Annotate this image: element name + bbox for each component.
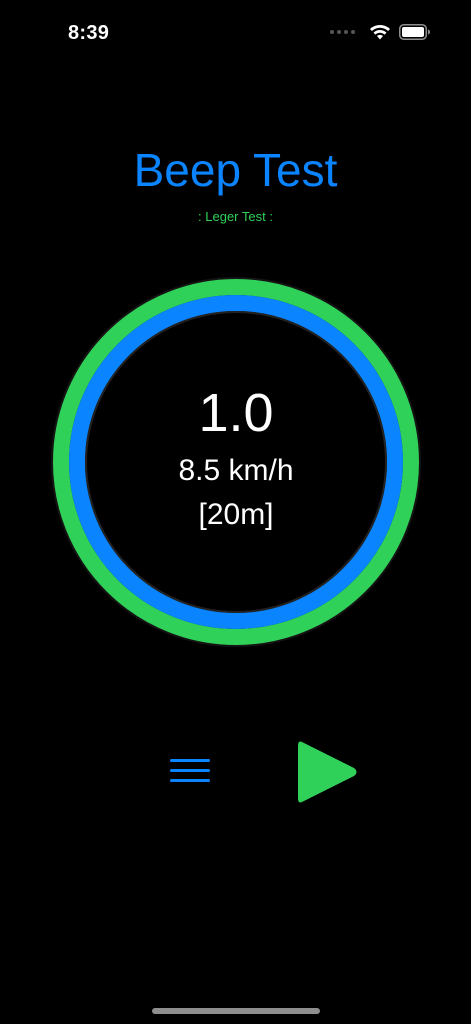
dial-readout: 1.0 8.5 km/h [20m] — [50, 276, 422, 648]
play-icon — [298, 741, 357, 803]
speed-value: 8.5 km/h — [178, 454, 294, 487]
status-bar: 8:39 — [0, 0, 471, 70]
progress-dial: 1.0 8.5 km/h [20m] — [50, 276, 422, 648]
menu-button[interactable] — [166, 752, 214, 790]
play-button[interactable] — [296, 736, 360, 808]
signal-dots-icon — [330, 30, 355, 34]
wifi-icon — [370, 25, 390, 40]
home-indicator — [152, 1008, 320, 1014]
battery-icon — [399, 24, 430, 40]
app-title: Beep Test — [133, 144, 338, 196]
status-icons — [330, 24, 431, 40]
level-value: 1.0 — [198, 383, 274, 443]
app-subtitle: : Leger Test : — [198, 209, 273, 224]
distance-value: [20m] — [198, 498, 274, 531]
hamburger-menu-icon — [170, 759, 210, 782]
status-time: 8:39 — [68, 22, 110, 44]
